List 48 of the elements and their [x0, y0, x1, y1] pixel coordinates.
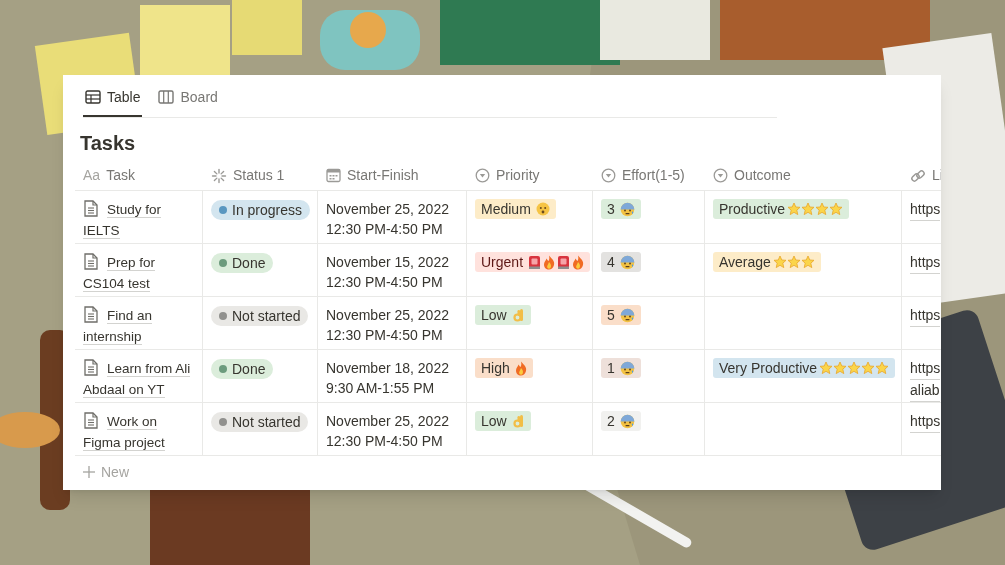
effort-tag: 2 [601, 411, 641, 431]
status-pill: Done [211, 253, 274, 273]
task-title[interactable]: Prep for CS104 test [83, 252, 198, 294]
column-header[interactable]: Priority [467, 161, 593, 190]
outcome-tag: Very Productive [713, 358, 896, 378]
link-text[interactable]: https [910, 358, 941, 380]
link-text[interactable]: https [910, 411, 941, 433]
text-type-label: Aa [83, 166, 101, 185]
time-range: 12:30 PM-4:50 PM [326, 220, 444, 239]
link-text[interactable]: https [910, 252, 941, 274]
effort-tag: 4 [601, 252, 641, 272]
column-header[interactable]: Outcome [705, 161, 902, 190]
outcome-tag: Productive [713, 199, 850, 219]
effort-tag: 5 [601, 305, 641, 325]
task-title[interactable]: Find an internship [83, 305, 198, 347]
column-header[interactable]: Aa Task [75, 161, 203, 190]
time-range: 12:30 PM-4:50 PM [326, 326, 444, 345]
date-text: November 18, 2022 [326, 359, 450, 378]
task-title[interactable]: Study for IELTS [83, 199, 198, 241]
status-pill: Done [211, 359, 274, 379]
date-text: November 25, 2022 [326, 200, 450, 219]
priority-tag: Medium [475, 199, 556, 219]
effort-tag: 1 [601, 358, 641, 378]
status-pill: In progress [211, 200, 311, 220]
column-header[interactable]: Effort(1-5) [593, 161, 705, 190]
link-text[interactable]: https [910, 305, 941, 327]
task-title[interactable]: Work on Figma project [83, 411, 198, 453]
date-text: November 15, 2022 [326, 253, 450, 272]
date-text: November 25, 2022 [326, 412, 450, 431]
link-text[interactable]: https [910, 199, 941, 221]
status-pill: Not started [211, 306, 309, 326]
date-text: November 25, 2022 [326, 306, 450, 325]
priority-tag: Low [475, 305, 531, 325]
time-range: 9:30 AM-1:55 PM [326, 379, 436, 398]
status-pill: Not started [211, 412, 309, 432]
view-tab[interactable]: Board [156, 79, 220, 117]
column-header[interactable]: Start-Finish [318, 161, 467, 190]
task-title[interactable]: Learn from Ali Abdaal on YT [83, 358, 198, 400]
priority-tag: Urgent [475, 252, 591, 272]
priority-tag: High [475, 358, 533, 378]
database-title: Tasks [80, 131, 137, 156]
time-range: 12:30 PM-4:50 PM [326, 432, 444, 451]
effort-tag: 3 [601, 199, 641, 219]
priority-tag: Low [475, 411, 531, 431]
column-header[interactable]: Status 1 [203, 161, 318, 190]
time-range: 12:30 PM-4:50 PM [326, 273, 444, 292]
link-text[interactable]: aliab [910, 380, 940, 402]
outcome-tag: Average [713, 252, 821, 272]
